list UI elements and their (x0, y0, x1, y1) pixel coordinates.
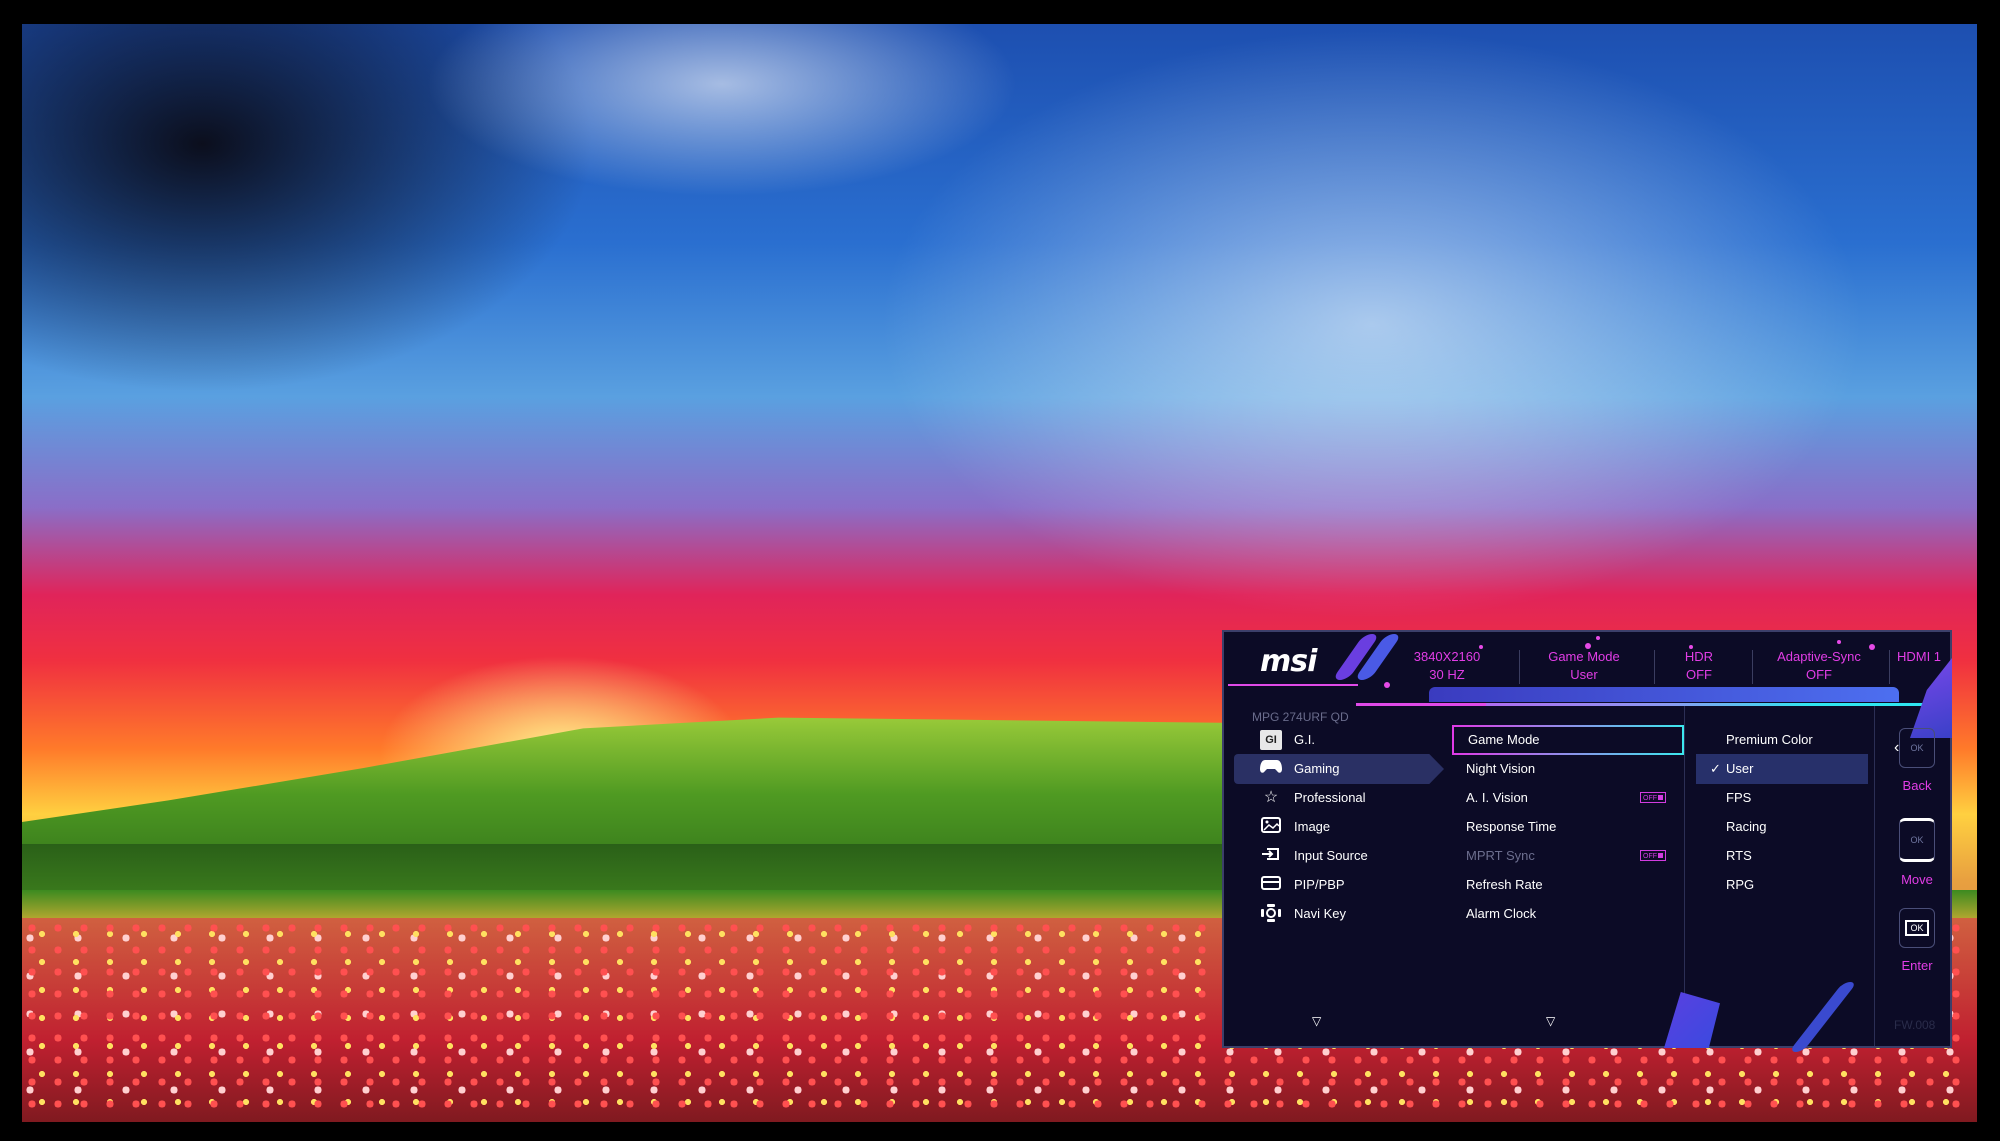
check-icon: ✓ (1710, 761, 1721, 776)
submenu-label: Night Vision (1466, 761, 1536, 776)
submenu-label: Response Time (1466, 819, 1557, 834)
status-adaptive-sync: Adaptive-Sync OFF (1752, 648, 1886, 684)
joystick-press-icon: OK (1899, 908, 1935, 948)
option-label: Racing (1726, 819, 1767, 834)
submenu-night-vision[interactable]: Night Vision (1452, 754, 1684, 784)
star-icon: ☆ (1263, 789, 1279, 806)
nav-item-professional[interactable]: ☆ Professional (1234, 783, 1444, 813)
nav-item-label: Gaming (1294, 761, 1340, 776)
status-adaptive-sync-value: OFF (1806, 667, 1832, 682)
nav-item-navi-key[interactable]: Navi Key (1234, 899, 1444, 929)
decor-line (1356, 703, 1486, 706)
option-label: FPS (1726, 790, 1752, 805)
status-input: HDMI 1 (1889, 648, 1949, 666)
status-resolution-value: 3840X2160 (1413, 649, 1481, 664)
key-glyph: OK (1910, 743, 1924, 753)
ai-vision-toggle[interactable]: OFF (1640, 792, 1666, 803)
nav-item-label: Image (1294, 819, 1331, 834)
option-rpg[interactable]: RPG (1696, 870, 1868, 900)
option-label: RTS (1726, 848, 1752, 863)
status-refresh-value: 30 HZ (1429, 667, 1465, 682)
pip-icon (1260, 875, 1282, 895)
gamepad-icon (1260, 759, 1282, 779)
decor-shape (1788, 982, 1858, 1052)
status-game-mode-label: Game Mode (1548, 649, 1620, 664)
key-glyph: OK (1905, 920, 1929, 936)
joystick-updown-icon: OK (1899, 818, 1935, 862)
nav-item-label: Input Source (1294, 848, 1368, 863)
decor-shape (1664, 992, 1720, 1048)
status-adaptive-sync-label: Adaptive-Sync (1777, 649, 1861, 664)
decor-dot (1596, 636, 1600, 640)
decor-line (1484, 703, 1952, 706)
key-hint-move: OK Move (1882, 818, 1952, 887)
scroll-down-icon[interactable]: ▽ (1312, 1014, 1321, 1028)
key-hint-label: Move (1901, 872, 1933, 887)
nav-item-label: G.I. (1294, 732, 1315, 747)
decor-bar (1429, 687, 1899, 702)
nav-item-pip-pbp[interactable]: PIP/PBP (1234, 870, 1444, 900)
submenu-mprt-sync[interactable]: MPRT Sync OFF (1452, 841, 1684, 871)
nav-item-gi[interactable]: GI G.I. (1234, 725, 1444, 755)
status-input-value: HDMI 1 (1896, 649, 1942, 664)
image-icon (1260, 817, 1282, 837)
key-glyph: OK (1910, 835, 1924, 845)
submenu-label: A. I. Vision (1466, 790, 1528, 805)
msi-logo: msi (1260, 644, 1317, 679)
key-hint-label: Enter (1901, 958, 1933, 973)
nav-item-label: Professional (1294, 790, 1366, 805)
nav-item-label: Navi Key (1294, 906, 1347, 921)
osd-status-bar: msi 3840X2160 30 HZ Game Mode User HDR O… (1224, 632, 1952, 706)
nav-item-image[interactable]: Image (1234, 812, 1444, 842)
submenu-label: Refresh Rate (1466, 877, 1543, 892)
decor-dot (1384, 682, 1390, 688)
submenu-label: MPRT Sync (1466, 848, 1535, 863)
option-label: RPG (1726, 877, 1755, 892)
status-hdr-value: OFF (1686, 667, 1712, 682)
status-game-mode: Game Mode User (1524, 648, 1644, 684)
divider (1519, 650, 1520, 684)
divider (1874, 706, 1875, 1046)
firmware-version: FW.008 (1894, 1018, 1936, 1032)
nav-item-gaming[interactable]: Gaming (1234, 754, 1444, 784)
option-premium-color[interactable]: Premium Color (1696, 725, 1868, 755)
decor-line (1228, 684, 1358, 686)
key-hint-label: Back (1902, 778, 1932, 793)
mprt-sync-toggle[interactable]: OFF (1640, 850, 1666, 861)
joystick-left-icon: OK ‹ (1894, 728, 1935, 768)
submenu-label: Alarm Clock (1466, 906, 1537, 921)
key-hint-back: OK ‹ Back (1882, 728, 1952, 793)
option-user[interactable]: ✓ User (1696, 754, 1868, 784)
input-source-icon (1260, 846, 1282, 866)
osd-menu: msi 3840X2160 30 HZ Game Mode User HDR O… (1222, 630, 1952, 1052)
nav-item-label: PIP/PBP (1294, 877, 1345, 892)
status-resolution: 3840X2160 30 HZ (1392, 648, 1502, 684)
navi-key-icon (1260, 904, 1282, 924)
decor-dot (1837, 640, 1841, 644)
option-fps[interactable]: FPS (1696, 783, 1868, 813)
submenu-response-time[interactable]: Response Time (1452, 812, 1684, 842)
background-trees (22, 844, 1242, 894)
submenu-alarm-clock[interactable]: Alarm Clock (1452, 899, 1684, 929)
model-name: MPG 274URF QD (1252, 710, 1349, 724)
option-rts[interactable]: RTS (1696, 841, 1868, 871)
gi-icon: GI (1260, 730, 1282, 750)
option-label: Premium Color (1726, 732, 1813, 747)
key-hint-enter: OK Enter (1882, 908, 1952, 973)
status-hdr-label: HDR (1684, 649, 1714, 664)
status-game-mode-value: User (1570, 667, 1598, 682)
submenu-label: Game Mode (1468, 732, 1540, 747)
submenu-ai-vision[interactable]: A. I. Vision OFF (1452, 783, 1684, 813)
option-label: User (1726, 761, 1754, 776)
option-racing[interactable]: Racing (1696, 812, 1868, 842)
submenu-game-mode[interactable]: Game Mode (1452, 725, 1684, 755)
submenu-refresh-rate[interactable]: Refresh Rate (1452, 870, 1684, 900)
nav-item-input-source[interactable]: Input Source (1234, 841, 1444, 871)
scroll-down-icon[interactable]: ▽ (1546, 1014, 1555, 1028)
status-hdr: HDR OFF (1654, 648, 1744, 684)
